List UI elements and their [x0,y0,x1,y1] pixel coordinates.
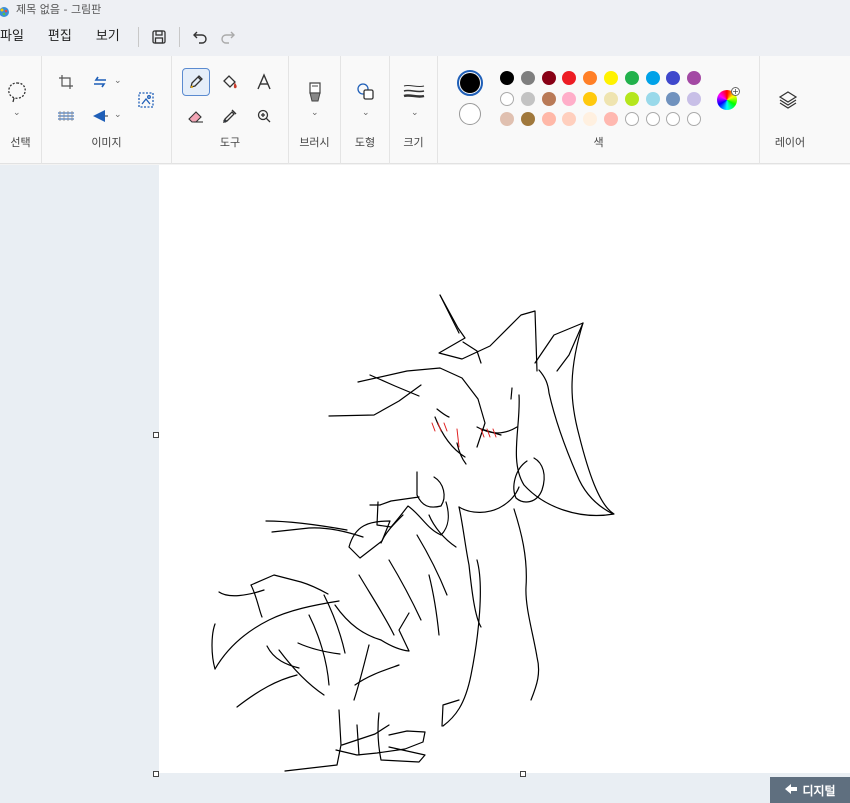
group-label-colors: 색 [593,136,604,149]
palette-color-swatch[interactable] [520,112,535,126]
group-tools: 도구 [172,56,289,164]
watermark-text: 디지털 [802,783,836,798]
edit-colors-icon[interactable]: + [717,87,740,110]
primary-color-selector[interactable] [457,70,483,96]
palette-color-swatch[interactable] [666,91,681,106]
size-icon[interactable] [400,78,428,106]
palette-color-swatch[interactable] [562,112,577,126]
palette-color-swatch[interactable] [500,112,514,126]
palette-color-swatch[interactable] [624,71,639,85]
watermark-logo-icon [784,783,798,798]
undo-icon[interactable] [186,23,214,51]
palette-color-swatch[interactable] [500,91,514,106]
save-icon[interactable] [145,23,173,51]
watermark: 디지털 [770,777,850,803]
secondary-color[interactable] [459,103,481,125]
flip-icon[interactable] [86,102,114,130]
ribbon: ⌄ 선택 ⌄ ⌄ 이미지 도구 ⌄ 브러시 ⌄ 도형 ⌄ 크기 + 색 레이어 [0,56,850,164]
eraser-icon[interactable] [182,102,210,130]
menu-view[interactable]: 보기 [84,18,132,56]
palette-color-swatch[interactable] [645,112,660,126]
palette-color-swatch[interactable] [604,112,618,126]
palette-color-swatch[interactable] [687,71,702,85]
magnifier-icon[interactable] [250,102,278,130]
paint-app-icon [0,3,10,17]
palette-color-swatch[interactable] [604,91,618,106]
crop-icon[interactable] [52,68,80,96]
palette-color-swatch[interactable] [541,91,556,106]
palette-color-swatch[interactable] [687,112,702,126]
fill-bucket-icon[interactable] [216,68,244,96]
menu-bar: 파일 편집 보기 [0,18,850,56]
palette-color-swatch[interactable] [583,112,598,126]
brush-icon[interactable] [301,78,329,106]
palette-color-swatch[interactable] [666,112,681,126]
group-label-tools: 도구 [219,136,241,149]
text-icon[interactable] [250,68,278,96]
canvas-resize-handle-bottom[interactable] [520,771,526,777]
palette-color-swatch[interactable] [500,71,514,85]
canvas-resize-handle-bottom-left[interactable] [153,771,159,777]
primary-color [460,73,480,93]
group-colors: + 색 [438,56,760,164]
palette-color-swatch[interactable] [624,112,639,126]
shapes-icon[interactable] [352,78,380,106]
menu-edit[interactable]: 편집 [36,18,84,56]
sketch-drawing [211,294,615,772]
menu-divider [178,27,180,47]
image-select-icon[interactable] [52,102,80,130]
rotate-icon[interactable] [86,68,114,96]
palette-color-swatch[interactable] [666,71,681,85]
palette-color-swatch[interactable] [687,91,702,106]
group-label-brushes: 브러시 [299,136,330,149]
group-label-image: 이미지 [91,136,122,149]
drawing-canvas[interactable] [159,165,850,773]
chevron-down-icon[interactable]: ⌄ [114,76,122,86]
redo-icon[interactable] [214,23,242,51]
chevron-down-icon[interactable]: ⌄ [311,108,319,118]
group-label-select: 선택 [10,136,31,149]
palette-color-swatch[interactable] [541,71,556,85]
chevron-down-icon[interactable]: ⌄ [411,108,419,118]
group-shapes: ⌄ 도형 [341,56,390,164]
palette-color-swatch[interactable] [645,71,660,85]
chevron-down-icon[interactable]: ⌄ [362,108,370,118]
group-image: ⌄ ⌄ 이미지 [42,56,172,164]
menu-file[interactable]: 파일 [0,18,36,56]
group-brushes: ⌄ 브러시 [289,56,341,164]
palette-color-swatch[interactable] [645,91,660,106]
palette-color-swatch[interactable] [562,91,577,106]
pencil-icon[interactable] [182,68,210,96]
color-picker-icon[interactable] [216,102,244,130]
palette-color-swatch[interactable] [583,91,598,106]
palette-color-swatch[interactable] [541,112,556,126]
chevron-down-icon[interactable]: ⌄ [114,110,122,120]
window-title: 제목 없음 - 그림판 [16,3,102,16]
group-select: ⌄ 선택 [0,56,42,164]
resize-icon[interactable] [132,86,160,114]
group-label-shapes: 도형 [354,136,376,149]
group-label-layers: 레이어 [774,136,806,149]
group-size: ⌄ 크기 [390,56,438,164]
palette-color-swatch[interactable] [520,71,535,85]
palette-color-swatch[interactable] [520,91,535,106]
group-label-size: 크기 [403,136,424,149]
menu-divider [137,27,139,47]
palette-color-swatch[interactable] [583,71,598,85]
layers-icon[interactable] [774,86,802,114]
palette-color-swatch[interactable] [604,71,618,85]
palette-color-swatch[interactable] [562,71,577,85]
group-layers: 레이어 [760,56,850,164]
chevron-down-icon[interactable]: ⌄ [13,108,21,118]
lasso-select-icon[interactable] [3,78,31,106]
canvas-resize-handle-left[interactable] [153,432,159,438]
title-bar: 제목 없음 - 그림판 [0,0,850,18]
palette-color-swatch[interactable] [624,91,639,106]
